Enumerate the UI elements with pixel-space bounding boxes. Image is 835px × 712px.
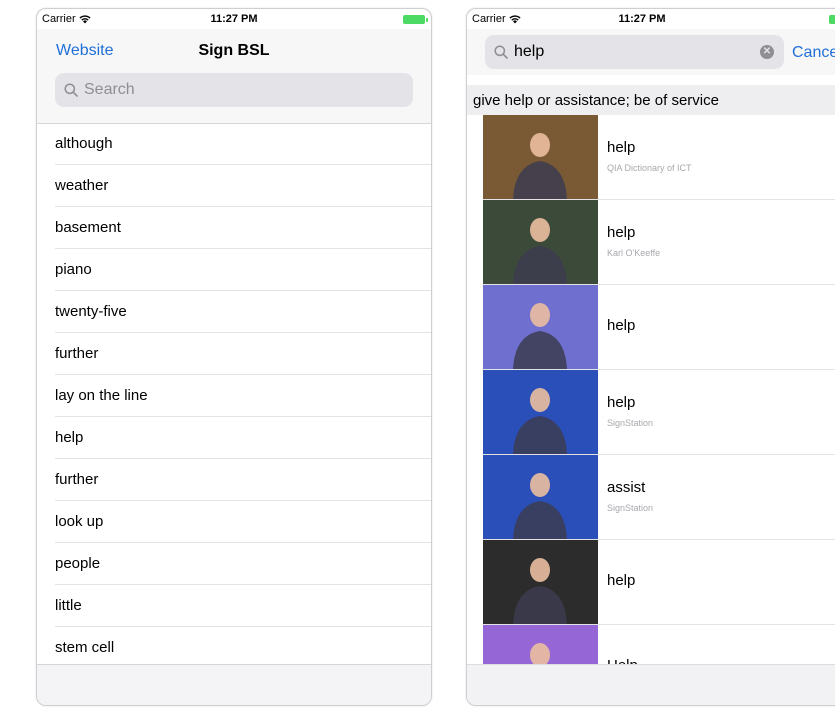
section-header: give help or assistance; be of service: [467, 85, 835, 115]
result-row[interactable]: help: [483, 540, 835, 625]
list-item-label: help: [55, 429, 84, 446]
list-item[interactable]: further: [55, 459, 431, 501]
navigation-bar: Website Sign BSL: [37, 29, 431, 69]
result-word: help: [607, 224, 636, 241]
status-bar: Carrier 11:27 PM: [467, 9, 835, 29]
list-item-label: stem cell: [55, 639, 115, 656]
search-input[interactable]: help ✕: [485, 35, 784, 69]
result-word: help: [607, 572, 636, 589]
list-item-label: basement: [55, 219, 121, 236]
list-item[interactable]: piano: [55, 249, 431, 291]
search-placeholder: Search: [84, 81, 135, 98]
result-source: SignStation: [607, 418, 654, 428]
result-word: help: [607, 317, 636, 334]
list-item-label: little: [55, 597, 82, 614]
phone-screen-word-list: Carrier 11:27 PM Website Sign BSL Search…: [36, 8, 432, 706]
list-item-label: further: [55, 345, 99, 362]
list-item[interactable]: stem cell: [55, 627, 431, 669]
result-source: SignStation: [607, 503, 654, 513]
bottom-toolbar: [467, 664, 835, 705]
results-list: help QIA Dictionary of ICT help Karl O'Keef…: [467, 115, 835, 705]
search-icon: [64, 83, 78, 97]
list-item[interactable]: further: [55, 333, 431, 375]
list-item-label: lay on the line: [55, 387, 148, 404]
list-item-label: although: [55, 135, 113, 152]
result-row[interactable]: help Karl O'Keeffe: [483, 200, 835, 285]
list-item-label: further: [55, 471, 99, 488]
search-input[interactable]: Search: [55, 73, 413, 107]
list-item[interactable]: people: [55, 543, 431, 585]
phone-screen-search-results: Carrier 11:27 PM help ✕ Cancel give help…: [466, 8, 835, 706]
result-word: help: [607, 394, 636, 411]
result-source: Karl O'Keeffe: [607, 248, 661, 258]
video-thumbnail: [483, 455, 598, 539]
list-item-label: twenty-five: [55, 303, 127, 320]
bottom-toolbar: [37, 664, 431, 705]
result-row[interactable]: help SignStation: [483, 370, 835, 455]
list-item[interactable]: little: [55, 585, 431, 627]
clock: 11:27 PM: [210, 13, 258, 25]
result-row[interactable]: help: [483, 285, 835, 370]
list-item[interactable]: look up: [55, 501, 431, 543]
word-list: although weather basement piano twenty-five f…: [37, 123, 431, 669]
list-item-label: look up: [55, 513, 104, 530]
list-item[interactable]: lay on the line: [55, 375, 431, 417]
list-item[interactable]: twenty-five: [55, 291, 431, 333]
list-item-label: piano: [55, 261, 92, 278]
search-query: help: [514, 43, 545, 60]
search-bar: help ✕ Cancel: [467, 29, 835, 75]
list-item[interactable]: help: [55, 417, 431, 459]
clear-search-icon[interactable]: ✕: [760, 45, 774, 59]
list-item[interactable]: basement: [55, 207, 431, 249]
cancel-button[interactable]: Cancel: [792, 44, 835, 62]
list-item-label: people: [55, 555, 101, 572]
video-thumbnail: [483, 370, 598, 454]
video-thumbnail: [483, 285, 598, 369]
video-thumbnail: [483, 200, 598, 284]
result-row[interactable]: help QIA Dictionary of ICT: [483, 115, 835, 200]
result-word: help: [607, 139, 636, 156]
video-thumbnail: [483, 540, 598, 624]
battery-icon: [403, 15, 428, 24]
search-icon: [494, 45, 508, 59]
list-item[interactable]: weather: [55, 165, 431, 207]
video-thumbnail: [483, 115, 598, 199]
list-item-label: weather: [55, 177, 109, 194]
result-row[interactable]: assist SignStation: [483, 455, 835, 540]
search-bar: Search: [37, 69, 431, 124]
battery-icon: [829, 15, 835, 24]
list-item[interactable]: although: [55, 123, 431, 165]
result-word: assist: [607, 479, 646, 496]
result-source: QIA Dictionary of ICT: [607, 163, 692, 173]
status-bar: Carrier 11:27 PM: [37, 9, 431, 29]
clock: 11:27 PM: [618, 13, 666, 25]
page-title: Sign BSL: [198, 42, 270, 59]
